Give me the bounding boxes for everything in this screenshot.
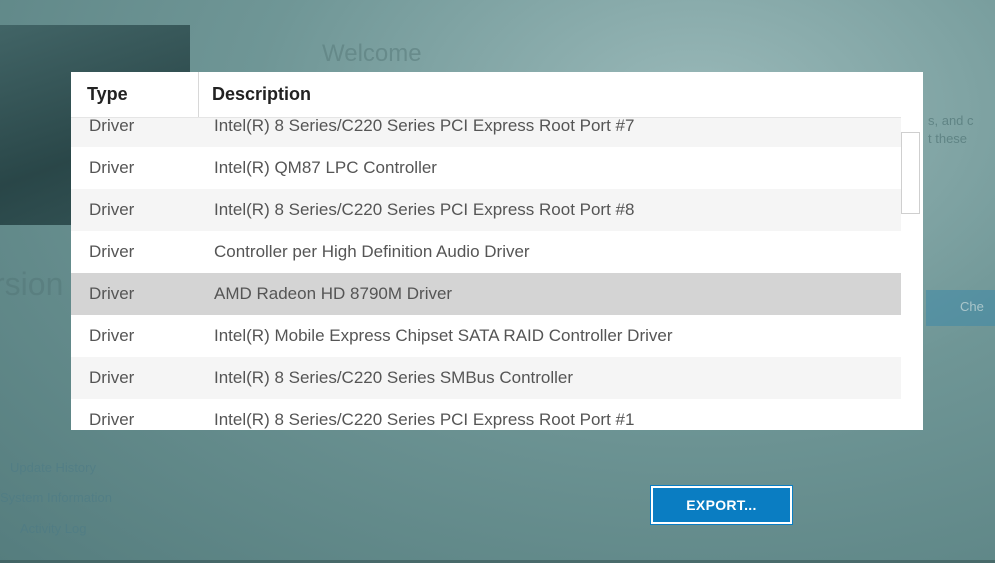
background-version-heading: rsion <box>0 266 64 302</box>
export-button[interactable]: EXPORT... <box>651 486 792 524</box>
background-link-system-information: System Information <box>0 490 112 505</box>
table-row[interactable]: Driver Intel(R) 8 Series/C220 Series PCI… <box>71 399 901 430</box>
cell-type: Driver <box>89 410 135 429</box>
background-check-button: Che <box>926 290 995 326</box>
cell-type: Driver <box>89 326 135 345</box>
driver-list-dialog: Driver Intel(R) 8 Series/C220 Series PCI… <box>71 72 923 430</box>
table-row[interactable]: Driver Controller per High Definition Au… <box>71 231 901 273</box>
cell-description: Controller per High Definition Audio Dri… <box>214 242 530 261</box>
background-description-text: s, and c t these <box>928 112 974 148</box>
cell-description: Intel(R) 8 Series/C220 Series SMBus Cont… <box>214 368 574 387</box>
table-header: Type Description <box>71 72 901 118</box>
column-header-type[interactable]: Type <box>87 72 197 117</box>
driver-table-body[interactable]: Driver Intel(R) 8 Series/C220 Series PCI… <box>71 105 901 430</box>
cell-description: Intel(R) 8 Series/C220 Series PCI Expres… <box>214 410 635 429</box>
table-row[interactable]: Driver Intel(R) QM87 LPC Controller <box>71 147 901 189</box>
background-description-line: s, and c <box>928 113 974 128</box>
vertical-scrollbar[interactable] <box>901 72 923 430</box>
scrollbar-thumb[interactable] <box>901 132 920 214</box>
cell-type: Driver <box>89 200 135 219</box>
cell-type: Driver <box>89 284 135 303</box>
table-row[interactable]: Driver Intel(R) Mobile Express Chipset S… <box>71 315 901 357</box>
background-link-update-history: Update History <box>10 460 96 475</box>
background-link-activity-log: Activity Log <box>20 521 87 536</box>
column-header-description[interactable]: Description <box>212 72 311 117</box>
table-row[interactable]: Driver Intel(R) 8 Series/C220 Series PCI… <box>71 189 901 231</box>
background-welcome-title: Welcome <box>322 40 422 67</box>
table-row[interactable]: Driver Intel(R) 8 Series/C220 Series SMB… <box>71 357 901 399</box>
cell-description: Intel(R) 8 Series/C220 Series PCI Expres… <box>214 200 635 219</box>
table-row-selected[interactable]: Driver AMD Radeon HD 8790M Driver <box>71 273 901 315</box>
cell-type: Driver <box>89 368 135 387</box>
background-check-button-label: Che <box>960 299 984 314</box>
cell-type: Driver <box>89 158 135 177</box>
cell-description: Intel(R) Mobile Express Chipset SATA RAI… <box>214 326 673 345</box>
background-description-line: t these <box>928 131 968 146</box>
column-divider[interactable] <box>198 72 199 117</box>
cell-description: Intel(R) QM87 LPC Controller <box>214 158 437 177</box>
cell-type: Driver <box>89 242 135 261</box>
cell-description: AMD Radeon HD 8790M Driver <box>214 284 453 303</box>
